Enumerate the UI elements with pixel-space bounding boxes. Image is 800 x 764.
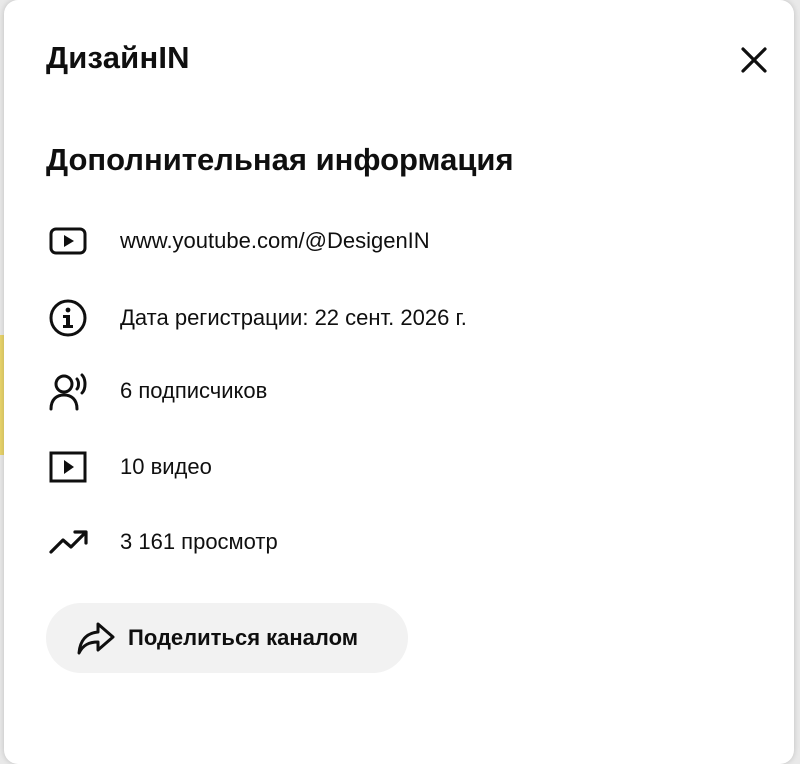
share-icon bbox=[77, 622, 115, 655]
registration-date-row: Дата регистрации: 22 сент. 2026 г. bbox=[48, 296, 467, 340]
videos-row: 10 видео bbox=[48, 445, 212, 489]
views-count: 3 161 просмотр bbox=[120, 529, 278, 554]
video-link-icon bbox=[49, 227, 87, 255]
subscribers-count: 6 подписчиков bbox=[120, 378, 268, 403]
page: ДизайнIN Дополнительная информация www.y… bbox=[0, 0, 800, 764]
channel-title: ДизайнIN bbox=[46, 40, 190, 75]
channel-link-row[interactable]: www.youtube.com/@DesigenIN bbox=[48, 219, 430, 263]
close-button[interactable] bbox=[734, 40, 774, 80]
views-row: 3 161 просмотр bbox=[48, 520, 278, 564]
info-icon bbox=[49, 299, 87, 337]
subscribers-icon bbox=[49, 373, 87, 411]
trending-up-icon bbox=[49, 530, 88, 554]
channel-link[interactable]: www.youtube.com/@DesigenIN bbox=[120, 228, 430, 254]
subscribers-row: 6 подписчиков bbox=[48, 369, 267, 413]
close-icon bbox=[741, 47, 767, 73]
about-channel-dialog: ДизайнIN Дополнительная информация www.y… bbox=[4, 0, 794, 764]
registration-date: Дата регистрации: 22 сент. 2026 г. bbox=[120, 305, 467, 330]
section-title: Дополнительная информация bbox=[46, 142, 514, 177]
share-channel-button[interactable]: Поделиться каналом bbox=[46, 603, 408, 673]
videos-count: 10 видео bbox=[120, 454, 212, 479]
videos-icon bbox=[49, 451, 87, 483]
share-channel-label: Поделиться каналом bbox=[128, 625, 359, 650]
